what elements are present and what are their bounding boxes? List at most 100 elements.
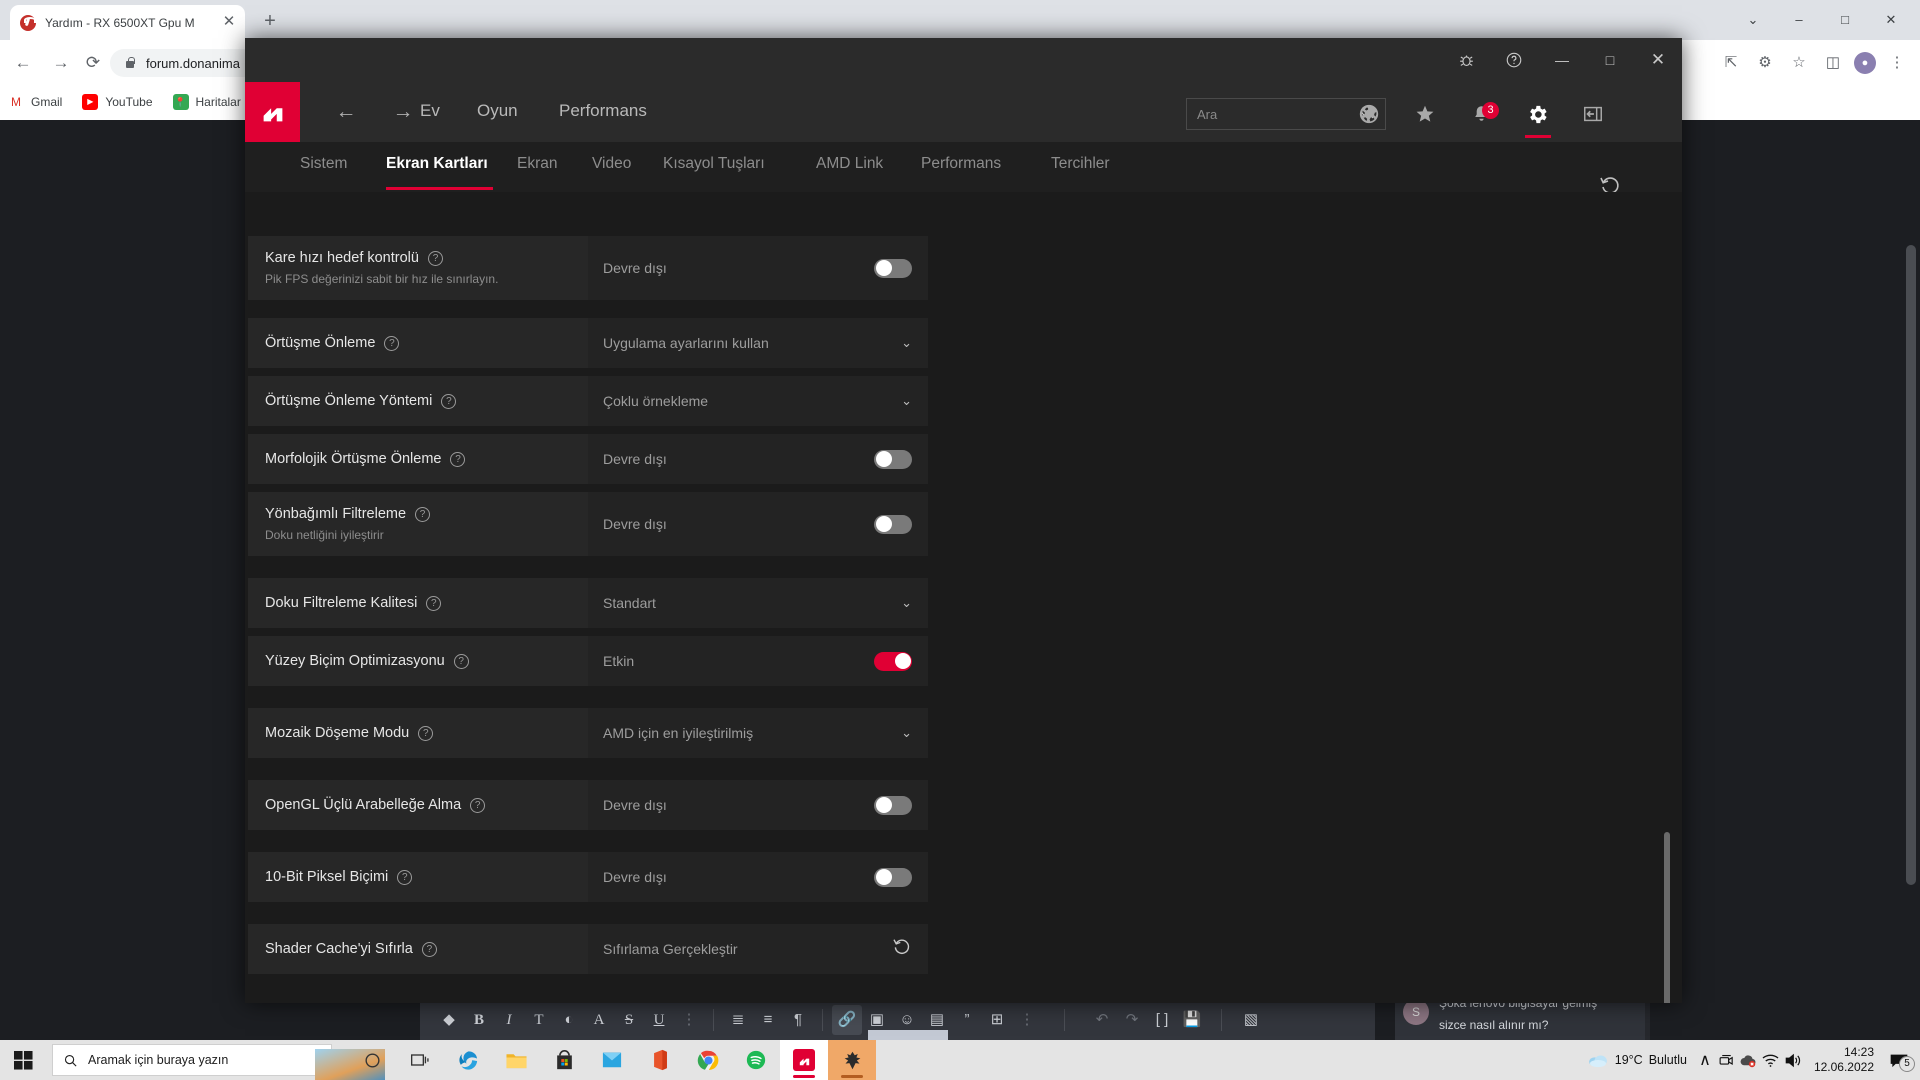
edge-icon[interactable] (444, 1040, 492, 1080)
paragraph-icon[interactable]: ¶ (783, 1005, 813, 1035)
taskbar-search-input[interactable]: Aramak için buraya yazın (52, 1044, 385, 1080)
volume-icon[interactable] (1782, 1049, 1804, 1071)
star-icon[interactable] (1407, 96, 1443, 132)
mail-icon[interactable] (588, 1040, 636, 1080)
bold-icon[interactable]: B (464, 1005, 494, 1035)
wifi-icon[interactable] (1760, 1049, 1782, 1071)
ink-drop-icon[interactable]: ◆ (434, 1005, 464, 1035)
profile-avatar[interactable]: ● (1854, 52, 1876, 74)
start-button[interactable] (6, 1046, 40, 1074)
redo-icon[interactable]: ↷ (1117, 1005, 1147, 1035)
amd-nav-performans[interactable]: Performans (559, 101, 647, 121)
help-icon[interactable]: ? (426, 595, 442, 611)
chevron-down-icon[interactable]: ⌄ (901, 393, 912, 409)
tray-chevron-up-icon[interactable]: ∧ (1694, 1049, 1716, 1071)
setting-toggle[interactable] (874, 514, 912, 534)
setting-control-area[interactable]: AMD için en iyileştirilmiş ⌄ (588, 708, 928, 758)
sidepanel-icon[interactable]: ◫ (1820, 50, 1846, 76)
action-center-icon[interactable]: 5 (1884, 1049, 1915, 1072)
reset-icon[interactable] (891, 936, 912, 962)
setting-toggle[interactable] (874, 258, 912, 278)
more-vertical-icon-2[interactable]: ⋮ (1012, 1005, 1042, 1035)
help-icon[interactable] (1490, 38, 1538, 82)
setting-control-area[interactable]: Çoklu örnekleme ⌄ (588, 376, 928, 426)
help-icon[interactable]: ? (415, 506, 431, 522)
bookmark-star-icon[interactable]: ☆ (1786, 50, 1812, 76)
help-icon[interactable]: ? (441, 393, 457, 409)
strikethrough-icon[interactable]: S (614, 1005, 644, 1035)
amd-radeon-icon[interactable] (780, 1040, 828, 1080)
tab-tercihler[interactable]: Tercihler (1051, 155, 1110, 173)
chrome-minimize-button[interactable]: – (1776, 4, 1822, 36)
tab-kisayol-tuslari[interactable]: Kısayol Tuşları (663, 155, 765, 173)
setting-toggle[interactable] (874, 651, 912, 671)
bookmark-gmail[interactable]: M Gmail (8, 94, 62, 110)
save-icon[interactable]: 💾 (1177, 1005, 1207, 1035)
tab-amd-link[interactable]: AMD Link (816, 155, 883, 173)
collapse-panel-icon[interactable] (1575, 96, 1611, 132)
tab-ekran[interactable]: Ekran (517, 155, 558, 173)
close-icon[interactable]: ✕ (1634, 38, 1682, 82)
cloud-sync-error-icon[interactable] (1738, 1049, 1760, 1071)
microsoft-store-icon[interactable] (540, 1040, 588, 1080)
back-icon[interactable]: ← (10, 50, 36, 76)
text-color-icon[interactable]: A (584, 1005, 614, 1035)
font-size-icon[interactable]: T (524, 1005, 554, 1035)
screen-record-icon[interactable] (1716, 1049, 1738, 1071)
amd-forward-icon[interactable]: → (390, 100, 416, 126)
more-vertical-icon[interactable]: ⋮ (674, 1005, 704, 1035)
underline-icon[interactable]: U (644, 1005, 674, 1035)
amd-back-icon[interactable]: ← (333, 100, 359, 126)
cortana-icon[interactable] (348, 1040, 396, 1080)
table-icon[interactable]: ⊞ (982, 1005, 1012, 1035)
share-icon[interactable]: ⇱ (1718, 50, 1744, 76)
bullet-list-icon[interactable]: ≣ (723, 1005, 753, 1035)
task-view-icon[interactable] (396, 1040, 444, 1080)
setting-control-area[interactable]: Uygulama ayarlarını kullan ⌄ (588, 318, 928, 368)
extensions-icon[interactable]: ⚙ (1752, 50, 1778, 76)
bug-report-icon[interactable] (1442, 38, 1490, 82)
bookmark-youtube[interactable]: ▶ YouTube (82, 94, 153, 110)
align-icon[interactable]: ≡ (753, 1005, 783, 1035)
globe-icon[interactable] (1351, 96, 1387, 132)
tab-close-icon[interactable]: ✕ (221, 14, 237, 31)
help-icon[interactable]: ? (470, 797, 486, 813)
office-icon[interactable] (636, 1040, 684, 1080)
help-icon[interactable]: ? (421, 941, 437, 957)
tab-video[interactable]: Video (592, 155, 631, 173)
setting-toggle[interactable] (874, 867, 912, 887)
maximize-icon[interactable]: □ (1586, 38, 1634, 82)
new-tab-button[interactable]: + (258, 10, 282, 34)
amd-logo-icon[interactable] (245, 82, 300, 142)
chrome-maximize-button[interactable]: □ (1822, 4, 1868, 36)
code-icon[interactable]: [ ] (1147, 1005, 1177, 1035)
forward-icon[interactable]: → (48, 50, 74, 76)
file-explorer-icon[interactable] (492, 1040, 540, 1080)
witcher-icon[interactable] (828, 1040, 876, 1080)
amd-nav-oyun[interactable]: Oyun (477, 101, 518, 121)
quote-icon[interactable]: ” (952, 1005, 982, 1035)
page-scrollbar[interactable] (1906, 245, 1916, 885)
weather-widget[interactable]: 19°C Bulutlu (1580, 1052, 1694, 1068)
undo-icon[interactable]: ↶ (1087, 1005, 1117, 1035)
gear-icon[interactable] (1519, 96, 1555, 138)
preview-icon[interactable]: ▧ (1236, 1005, 1266, 1035)
settings-scrollbar[interactable] (1664, 832, 1670, 1003)
italic-icon[interactable]: I (494, 1005, 524, 1035)
bell-icon[interactable]: 3 (1463, 96, 1499, 132)
taskbar-clock[interactable]: 14:23 12.06.2022 (1804, 1045, 1884, 1075)
bookmark-maps[interactable]: 📍 Haritalar (172, 94, 241, 110)
tab-ekran-kartlari[interactable]: Ekran Kartları (386, 155, 488, 173)
minimize-icon[interactable]: — (1538, 38, 1586, 82)
setting-toggle[interactable] (874, 449, 912, 469)
chevron-down-icon[interactable]: ⌄ (901, 725, 912, 741)
setting-control-area[interactable]: Sıfırlama Gerçekleştir (588, 924, 928, 974)
chevron-down-icon[interactable]: ⌄ (901, 335, 912, 351)
tab-sistem[interactable]: Sistem (300, 155, 347, 173)
help-icon[interactable]: ? (427, 250, 443, 266)
help-icon[interactable]: ? (418, 725, 434, 741)
help-icon[interactable]: ? (384, 335, 400, 351)
spotify-icon[interactable] (732, 1040, 780, 1080)
setting-toggle[interactable] (874, 795, 912, 815)
reload-icon[interactable]: ⟳ (80, 50, 106, 76)
